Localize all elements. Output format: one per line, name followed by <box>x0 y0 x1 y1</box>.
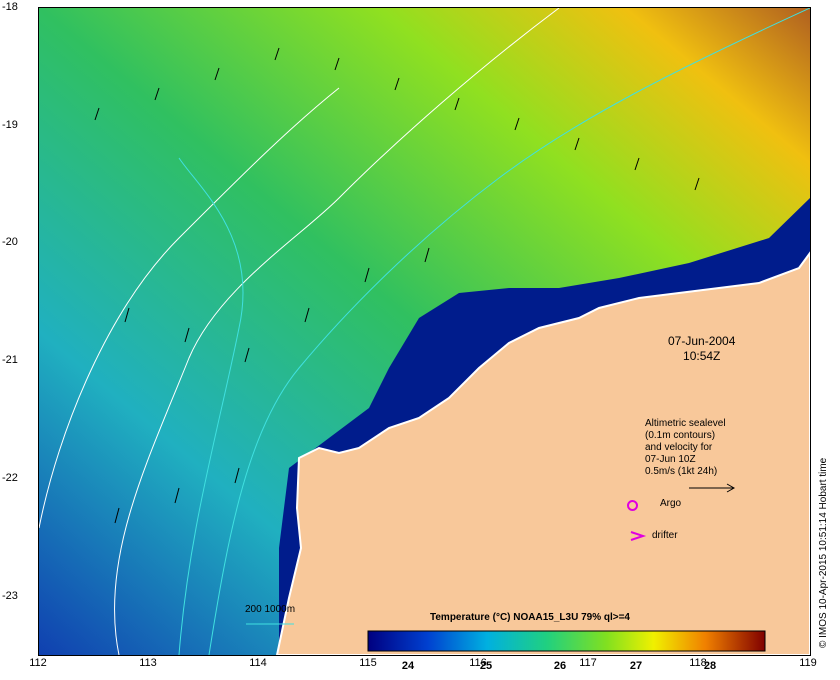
timestamp-block: 07-Jun-2004 10:54Z <box>668 334 735 364</box>
date-label: 07-Jun-2004 <box>668 334 736 348</box>
credit-text: © IMOS 10-Apr-2015 10:51:14 Hobart time <box>818 457 829 648</box>
isobath-label: 200 1000m <box>245 604 296 615</box>
legend-line: and velocity for <box>645 442 713 453</box>
colorbar <box>367 630 766 652</box>
legend-line: (0.1m contours) <box>645 430 716 441</box>
y-tick-label: -21 <box>2 354 18 366</box>
y-tick-label: -22 <box>2 472 18 484</box>
argo-circle-icon <box>627 500 638 511</box>
y-tick-label: -18 <box>2 1 18 13</box>
legend-line: Altimetric sealevel <box>645 418 726 429</box>
colorbar-tick: 24 <box>401 660 415 672</box>
sealevel-legend: Altimetric sealevel (0.1m contours) and … <box>645 418 726 478</box>
colorbar-tick: 25 <box>479 660 493 672</box>
colorbar-tick: 26 <box>553 660 567 672</box>
x-tick-label: 114 <box>249 657 267 669</box>
legend-line: 0.5m/s (1kt 24h) <box>645 466 718 477</box>
x-tick-label: 115 <box>359 657 377 669</box>
colorbar-title: Temperature (°C) NOAA15_L3U 79% ql>=4 <box>430 612 630 623</box>
time-label: 10:54Z <box>683 349 721 363</box>
legend-line: 07-Jun 10Z <box>645 454 696 465</box>
y-tick-label: -23 <box>2 590 18 602</box>
argo-label: Argo <box>660 498 682 509</box>
colorbar-tick: 28 <box>703 660 717 672</box>
drifter-label: drifter <box>652 530 678 541</box>
sst-map[interactable] <box>39 8 810 655</box>
x-tick-label: 117 <box>579 657 597 669</box>
x-tick-label: 112 <box>29 657 47 669</box>
colorbar-tick: 27 <box>629 660 643 672</box>
x-tick-label: 119 <box>799 657 817 669</box>
x-tick-label: 113 <box>139 657 157 669</box>
map-frame[interactable] <box>38 7 811 656</box>
y-tick-label: -19 <box>2 119 18 131</box>
y-tick-label: -20 <box>2 236 18 248</box>
